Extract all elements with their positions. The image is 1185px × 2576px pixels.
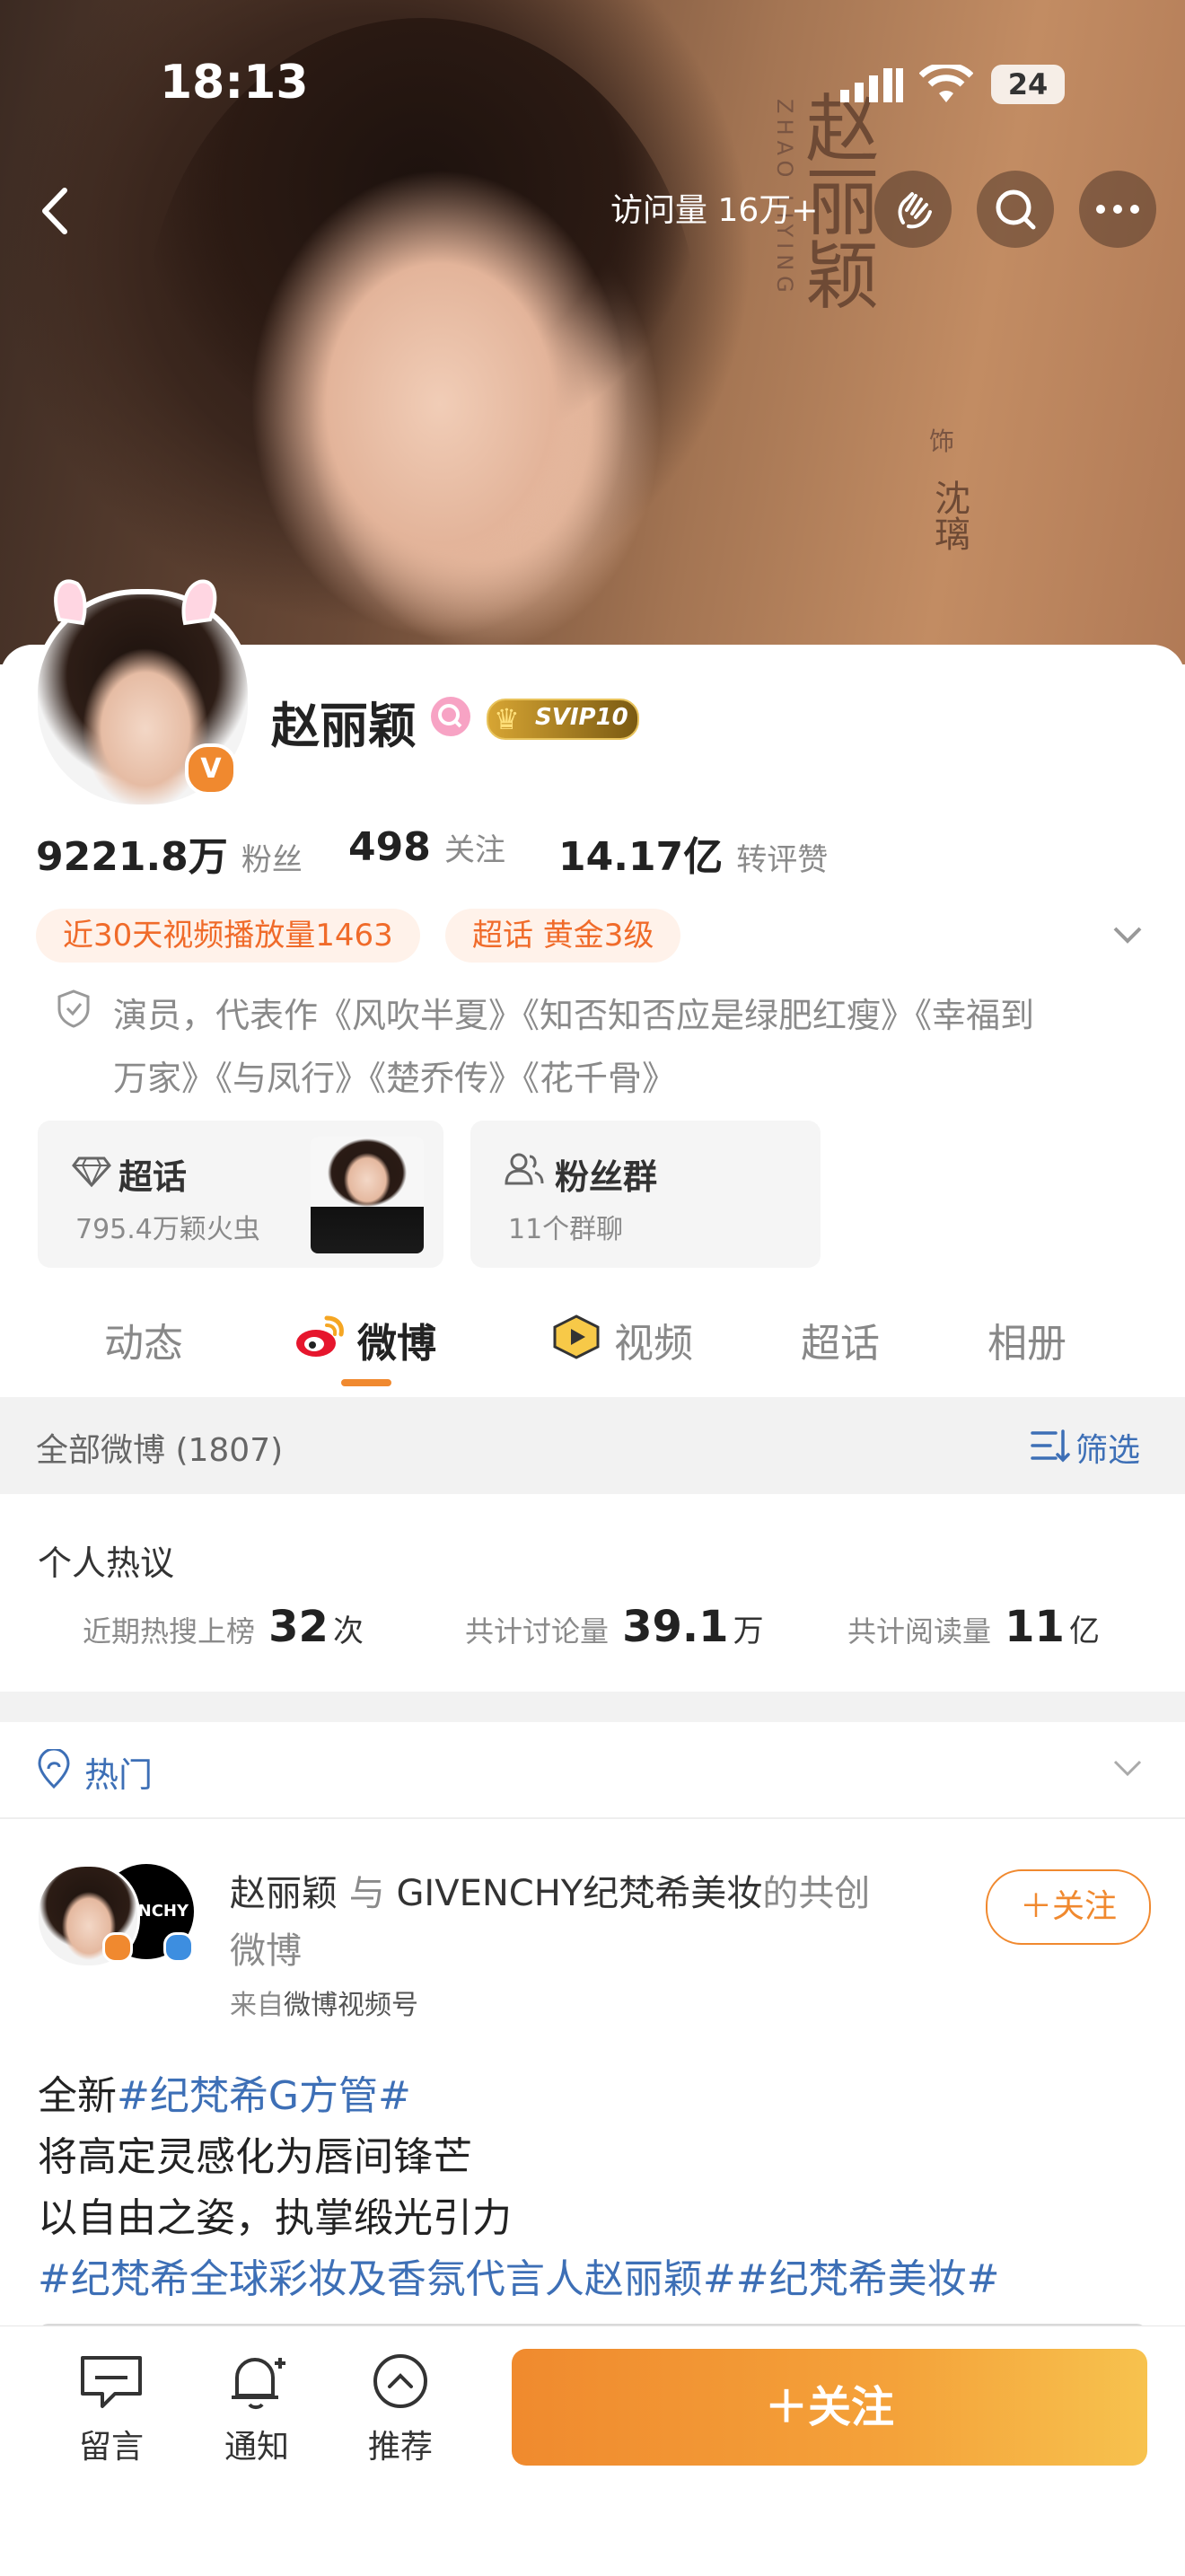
bunny-ears-icon <box>41 566 230 632</box>
notify-button[interactable]: 通知 <box>212 2351 302 2476</box>
filter-icon <box>1031 1428 1070 1467</box>
svip-badge[interactable]: ♛ SVIP10 <box>487 699 639 740</box>
bio-line-2: 万家》《与凤行》《楚乔传》《花千骨》 <box>113 1059 677 1098</box>
signal-icon <box>840 68 903 108</box>
post-author-name[interactable]: 赵丽颖 <box>230 1873 338 1914</box>
group-users-icon <box>503 1151 544 1191</box>
verified-badge: V <box>185 743 237 796</box>
wifi-icon <box>918 62 974 108</box>
post-cocreate-line2: 微博 <box>230 1930 302 1972</box>
more-button[interactable] <box>1079 171 1156 248</box>
hot-stat-trending: 近期热搜上榜 32 次 <box>83 1602 364 1652</box>
recommend-button[interactable]: 推荐 <box>356 2351 445 2476</box>
bio-line-1: 演员，代表作《风吹半夏》《知否知否应是绿肥红瘦》《幸福到 <box>113 996 1035 1035</box>
crown-icon: ♛ <box>494 702 520 736</box>
stat-reposts[interactable]: 14.17亿 转评赞 <box>558 824 828 882</box>
bell-icon <box>232 2358 285 2410</box>
search-icon <box>996 189 1036 230</box>
diamond-icon <box>72 1153 111 1192</box>
tab-active-indicator <box>341 1379 391 1386</box>
follow-main-button[interactable]: ＋关注 <box>512 2349 1147 2466</box>
shield-icon <box>56 988 92 1033</box>
section-separator <box>0 1692 1185 1722</box>
tab-video[interactable]: 视频 <box>614 1311 693 1368</box>
back-button[interactable] <box>25 180 88 242</box>
hot-stat-discussion: 共计讨论量 39.1 万 <box>465 1602 764 1652</box>
tab-weibo[interactable]: 微博 <box>357 1311 436 1368</box>
post-partner-name[interactable]: GIVENCHY纪梵希美妆 <box>396 1873 762 1914</box>
wave-hand-icon <box>898 192 932 229</box>
post-line-1: 全新#纪梵希G方管# <box>38 2073 411 2119</box>
hot-collapse-chevron-icon[interactable] <box>1110 1754 1146 1785</box>
stat-following[interactable]: 498 关注 <box>348 824 505 870</box>
weibo-logo-icon <box>293 1313 347 1363</box>
filter-button[interactable]: 筛选 <box>1075 1424 1140 1471</box>
post-author-line: 赵丽颖 与 GIVENCHY纪梵希美妆的共创 <box>230 1873 871 1914</box>
video-tab-icon <box>549 1313 603 1365</box>
back-arrow-icon <box>42 188 67 234</box>
tag-supertopic-level[interactable]: 超话 黄金3级 <box>445 909 681 963</box>
hot-section-title: 热门 <box>84 1755 154 1795</box>
post-follow-button[interactable]: ＋关注 <box>986 1869 1151 1945</box>
supertopic-title: 超话 <box>118 1157 188 1197</box>
post-line-4-hashtags[interactable]: #纪梵希全球彩妆及香氛代言人赵丽颖##纪梵希美妆# <box>38 2246 999 2304</box>
greet-button[interactable] <box>874 171 952 248</box>
stat-fans[interactable]: 9221.8万 粉丝 <box>36 824 303 882</box>
tag-video-plays[interactable]: 近30天视频播放量1463 <box>36 909 420 963</box>
supertopic-badge-icon[interactable] <box>431 697 470 736</box>
post-line-3: 以自由之姿，执掌缎光引力 <box>38 2195 512 2241</box>
fans-group-sub: 11个群聊 <box>508 1214 624 1245</box>
tab-album[interactable]: 相册 <box>988 1311 1066 1368</box>
comment-button[interactable]: 留言 <box>66 2351 156 2476</box>
tab-supertopic[interactable]: 超话 <box>801 1311 880 1368</box>
more-dots-icon <box>1096 205 1139 214</box>
visit-count: 访问量 16万+ <box>610 192 819 229</box>
hot-location-icon <box>36 1747 72 1792</box>
battery-icon: 24 <box>991 65 1065 104</box>
profile-name: 赵丽颖 <box>271 698 417 754</box>
cover-role: 饰 沈璃 <box>928 426 970 551</box>
fans-group-title: 粉丝群 <box>555 1157 658 1197</box>
message-icon <box>81 2356 142 2408</box>
hot-header-divider <box>0 1817 1185 1819</box>
author-verified-icon <box>102 1932 133 1963</box>
tab-dynamic[interactable]: 动态 <box>104 1311 183 1368</box>
status-time: 18:13 <box>160 56 309 110</box>
post-line-2: 将高定灵感化为唇间锋芒 <box>38 2134 472 2180</box>
all-posts-count[interactable]: 全部微博 (1807) <box>36 1424 283 1471</box>
comment-label: 留言 <box>78 2429 144 2466</box>
expand-chevron-icon[interactable] <box>1110 921 1146 952</box>
search-button[interactable] <box>977 171 1054 248</box>
recommend-arrow-icon <box>373 2354 427 2408</box>
plus-icon: ＋ <box>1019 1888 1052 1925</box>
post-source: 来自微博视频号 <box>230 1990 418 2021</box>
plus-icon: ＋ <box>764 2382 808 2432</box>
notify-label: 通知 <box>224 2429 289 2466</box>
supertopic-thumbnail <box>311 1137 424 1253</box>
partner-verified-icon <box>163 1932 194 1963</box>
svip-label: SVIP10 <box>535 704 628 731</box>
recommend-label: 推荐 <box>367 2429 433 2466</box>
hashtag-link[interactable]: #纪梵希G方管# <box>117 2073 411 2119</box>
supertopic-sub: 795.4万颖火虫 <box>75 1214 260 1245</box>
hot-stat-reads: 共计阅读量 11 亿 <box>847 1602 1100 1652</box>
post-source-link[interactable]: 微博视频号 <box>284 1990 418 2021</box>
hot-discussion-title: 个人热议 <box>38 1543 175 1583</box>
